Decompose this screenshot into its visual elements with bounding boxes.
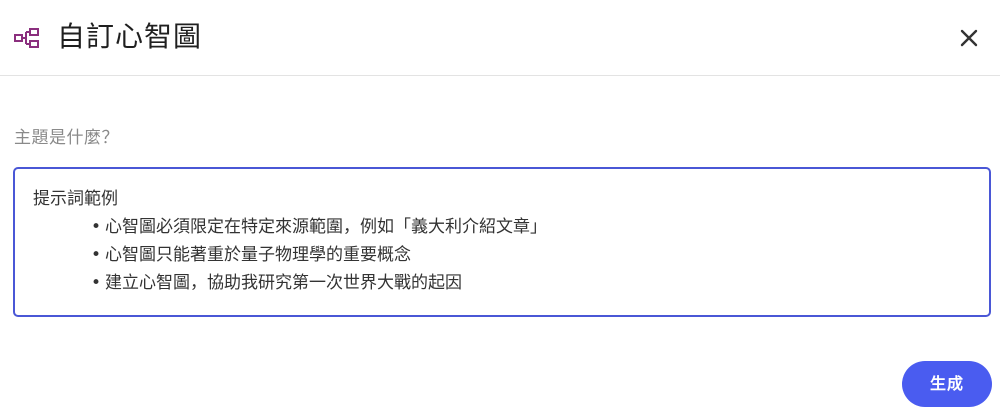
dialog-title: 自訂心智圖 xyxy=(57,20,203,53)
topic-label: 主題是什麼？ xyxy=(14,128,119,148)
dialog-header: 自訂心智圖 xyxy=(0,0,1000,76)
custom-mind-map-dialog: 自訂心智圖 主題是什麼？ 提示詞範例 • 心智圖必須限定在特定來源範圍，例如「義大… xyxy=(0,0,1000,415)
example-item: • 建立心智圖，協助我研究第一次世界大戰的起因 xyxy=(91,273,462,293)
close-icon[interactable] xyxy=(952,21,986,55)
placeholder-heading: 提示詞範例 xyxy=(33,189,118,209)
example-list: • 心智圖必須限定在特定來源範圍，例如「義大利介紹文章」 • 心智圖只能著重於量子物… xyxy=(33,213,971,297)
mind-map-icon xyxy=(14,28,39,48)
example-item: • 心智圖只能著重於量子物理學的重要概念 xyxy=(91,245,411,265)
example-item: • 心智圖必須限定在特定來源範圍，例如「義大利介紹文章」 xyxy=(91,217,547,237)
generate-button[interactable]: 生成 xyxy=(902,361,992,407)
topic-input[interactable]: 提示詞範例 • 心智圖必須限定在特定來源範圍，例如「義大利介紹文章」 • 心智圖只能… xyxy=(13,167,991,317)
